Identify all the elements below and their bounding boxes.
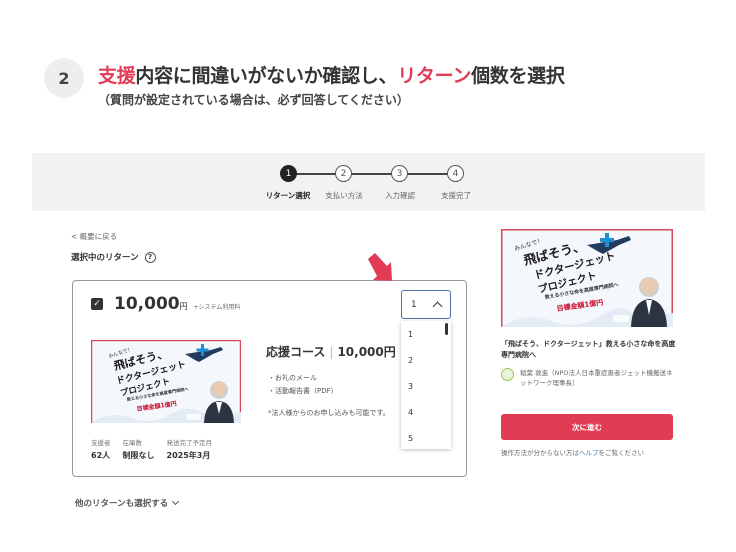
- stat-supporters: 支援者 62人: [91, 437, 111, 461]
- reward-item: ・活動報告書（PDF）: [268, 387, 338, 395]
- project-banner-image: みんなで！ 飛ばそう、 ドクタージェット プロジェクト 救える小さな命を高度専門…: [91, 340, 241, 423]
- progress-stepper: 1 2 3 4 リターン選択 支払い方法 入力確認 支援完了: [32, 153, 705, 211]
- organization-logo-icon: [501, 368, 514, 381]
- stat-value: 制限なし: [122, 451, 155, 460]
- course-name: 応援コース: [266, 345, 326, 359]
- chevron-down-icon: [172, 497, 180, 506]
- next-button[interactable]: 次に進む: [501, 414, 673, 440]
- step-number-badge: 2: [44, 58, 84, 98]
- course-title-separator: |: [329, 345, 334, 359]
- selected-return-label: 選択中のリターン: [71, 253, 139, 263]
- instruction-subtitle: （質問が設定されている場合は、必ず回答してください）: [98, 93, 409, 107]
- stat-delivery: 発送完了予定月 2025年3月: [167, 437, 213, 461]
- quantity-option[interactable]: 3: [401, 373, 451, 399]
- organizer-name: 稲葉 敦進（NPO法人日本重症患者ジェット機搬送ネットワーク理事長）: [520, 369, 673, 387]
- quantity-option[interactable]: 5: [401, 425, 451, 451]
- sidebar-project-image: みんなで！ 飛ばそう、 ドクタージェット プロジェクト 救える小さな命を高度専門…: [501, 229, 673, 327]
- chevron-up-icon: [432, 301, 443, 312]
- headline-accent-2: リターン: [397, 65, 472, 87]
- stat-value: 62人: [91, 451, 111, 460]
- reward-items-list: ・お礼のメール ・活動報告書（PDF）: [268, 372, 338, 398]
- step-3-dot: 3: [391, 165, 408, 182]
- instruction-headline: 支援内容に間違いがないか確認し、リターン個数を選択: [98, 61, 565, 88]
- reward-price-value: 10,000: [114, 294, 180, 314]
- step-1-label: リターン選択: [265, 191, 311, 200]
- help-icon[interactable]: ?: [144, 251, 156, 263]
- back-to-overview-link[interactable]: < 概要に戻る: [71, 231, 117, 242]
- corporate-note: *法人様からのお申し込みも可能です。: [268, 409, 390, 417]
- step-4-dot: 4: [447, 165, 464, 182]
- stat-stock: 在庫数 制限なし: [123, 437, 155, 461]
- step-4-label: 支援完了: [441, 191, 471, 200]
- quantity-select[interactable]: 1: [401, 290, 451, 319]
- stat-label: 在庫数: [122, 439, 143, 447]
- quantity-dropdown: 1 2 3 4 5: [401, 321, 451, 449]
- other-returns-label: 他のリターンも選択する: [75, 499, 169, 509]
- quantity-option[interactable]: 1: [401, 321, 451, 347]
- help-link[interactable]: ヘルプ: [579, 449, 599, 457]
- reward-item: ・お礼のメール: [268, 374, 317, 382]
- step-1-dot: 1: [280, 165, 297, 182]
- reward-stats: 支援者 62人 在庫数 制限なし 発送完了予定月 2025年3月: [91, 437, 212, 461]
- quantity-selected-value: 1: [411, 299, 417, 310]
- select-other-returns-link[interactable]: 他のリターンも選択する: [75, 497, 180, 509]
- checkout-screen: 1 2 3 4 リターン選択 支払い方法 入力確認 支援完了 < 概要に戻る 選…: [32, 153, 705, 552]
- help-note-suffix: をご覧ください: [598, 449, 645, 457]
- sidebar-organizer: 稲葉 敦進（NPO法人日本重症患者ジェット機搬送ネットワーク理事長）: [501, 368, 676, 388]
- headline-part-1: 内容に間違いがないか確認し、: [135, 65, 398, 87]
- reward-card: ✓ 10,000円 +システム利用料 みんなで！ 飛ばそう、 ドクタージェット …: [72, 280, 467, 477]
- quantity-option[interactable]: 4: [401, 399, 451, 425]
- quantity-option[interactable]: 2: [401, 347, 451, 373]
- step-2-label: 支払い方法: [325, 191, 363, 200]
- reward-checkbox[interactable]: ✓: [91, 298, 103, 310]
- stepper-connector: [296, 173, 456, 175]
- red-arrow-pointer-icon: [368, 253, 392, 281]
- headline-accent-1: 支援: [98, 65, 136, 87]
- stat-value: 2025年3月: [166, 451, 211, 460]
- headline-part-2: 個数を選択: [471, 65, 565, 87]
- system-fee-note: +システム利用料: [193, 304, 241, 311]
- help-note: 操作方法が分からない方はヘルプをご覧ください: [501, 447, 644, 457]
- reward-price: 10,000円 +システム利用料: [114, 294, 240, 314]
- stat-label: 支援者: [91, 439, 111, 447]
- sidebar-project-title: 「飛ばそう、ドクタージェット」救える小さな命を高度専門病院へ: [501, 340, 676, 359]
- step-3-label: 入力確認: [385, 191, 415, 200]
- course-title: 応援コース | 10,000円: [266, 343, 396, 360]
- step-2-dot: 2: [335, 165, 352, 182]
- reward-price-yen: 円: [179, 302, 188, 311]
- course-price: 10,000円: [337, 345, 396, 359]
- selected-return-heading: 選択中のリターン ?: [71, 251, 156, 263]
- dropdown-scrollbar[interactable]: [445, 323, 448, 335]
- stat-label: 発送完了予定月: [166, 439, 213, 447]
- help-note-prefix: 操作方法が分からない方は: [501, 449, 579, 457]
